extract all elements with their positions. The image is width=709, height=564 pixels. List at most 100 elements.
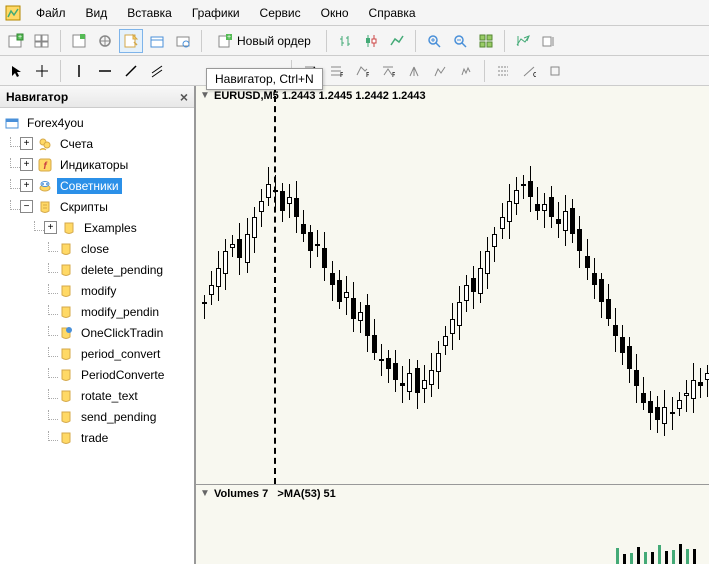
- text-label-button[interactable]: F: [350, 59, 374, 83]
- script-icon: [58, 283, 74, 299]
- period-button[interactable]: [491, 59, 515, 83]
- toolbar-separator: [484, 60, 485, 82]
- volumes-label: Volumes 7: [214, 488, 268, 500]
- navigator-title: Навигатор: [6, 90, 68, 104]
- svg-text:F: F: [366, 72, 369, 78]
- bar-chart-button[interactable]: [333, 29, 357, 53]
- terminal-icon: [4, 115, 20, 131]
- tile-windows-button[interactable]: [474, 29, 498, 53]
- tree-item-script[interactable]: period_convert: [2, 343, 192, 364]
- script-icon: [58, 367, 74, 383]
- tree-item-script[interactable]: send_pending: [2, 406, 192, 427]
- andrews-pitchfork-button[interactable]: [402, 59, 426, 83]
- volume-info: Volumes 7 >MA(53) 51: [214, 488, 336, 500]
- zoom-out-button[interactable]: [448, 29, 472, 53]
- svg-text:F: F: [392, 72, 395, 78]
- svg-text:G: G: [533, 72, 536, 78]
- chart-collapse-icon[interactable]: ▼: [200, 90, 210, 101]
- new-order-label: Новый ордер: [237, 34, 311, 48]
- menu-window[interactable]: Окно: [311, 2, 359, 24]
- equidistant-channel-button[interactable]: [145, 59, 169, 83]
- menu-service[interactable]: Сервис: [250, 2, 311, 24]
- horizontal-line-button[interactable]: [93, 59, 117, 83]
- navigator-header: Навигатор ×: [0, 86, 194, 108]
- candle-chart-button[interactable]: [359, 29, 383, 53]
- indicators-button[interactable]: [543, 59, 567, 83]
- collapse-icon[interactable]: −: [20, 200, 33, 213]
- tree-item-script[interactable]: OneClickTradin: [2, 322, 192, 343]
- candle-layer: [196, 86, 709, 484]
- toolbar-separator: [60, 60, 61, 82]
- tree-root[interactable]: Forex4you: [2, 112, 192, 133]
- script-icon: [58, 241, 74, 257]
- navigator-panel: Навигатор × Forex4you + Счета + f Индика…: [0, 86, 196, 564]
- volume-collapse-icon[interactable]: ▼: [200, 488, 210, 499]
- expand-icon[interactable]: +: [20, 137, 33, 150]
- tree-item-accounts[interactable]: + Счета: [2, 133, 192, 154]
- toolbar-separator: [326, 30, 327, 52]
- trendline-button[interactable]: [119, 59, 143, 83]
- shapes-button[interactable]: [454, 59, 478, 83]
- menu-file[interactable]: Файл: [26, 2, 76, 24]
- autoscroll-button[interactable]: [511, 29, 535, 53]
- volume-panel[interactable]: ▼ Volumes 7 >MA(53) 51: [196, 484, 709, 564]
- menu-help[interactable]: Справка: [359, 2, 426, 24]
- tree-item-script[interactable]: modify: [2, 280, 192, 301]
- menu-view[interactable]: Вид: [76, 2, 118, 24]
- tree-item-examples[interactable]: + Examples: [2, 217, 192, 238]
- toolbar-separator: [201, 30, 202, 52]
- text-button[interactable]: F: [324, 59, 348, 83]
- svg-text:+: +: [227, 34, 231, 41]
- close-icon[interactable]: ×: [180, 89, 188, 105]
- tree-item-script[interactable]: PeriodConverte: [2, 364, 192, 385]
- zoom-in-button[interactable]: [422, 29, 446, 53]
- terminal-button[interactable]: [145, 29, 169, 53]
- chart-main[interactable]: ▼ EURUSD,M5 1.2443 1.2445 1.2442 1.2443: [196, 86, 709, 484]
- crosshair-button[interactable]: [30, 59, 54, 83]
- strategy-tester-button[interactable]: [171, 29, 195, 53]
- expand-icon[interactable]: +: [20, 158, 33, 171]
- vertical-line-button[interactable]: [67, 59, 91, 83]
- tree-item-scripts[interactable]: − Скрипты: [2, 196, 192, 217]
- script-icon: [58, 346, 74, 362]
- new-chart-button[interactable]: +: [4, 29, 28, 53]
- script-icon: [58, 388, 74, 404]
- data-window-button[interactable]: [93, 29, 117, 53]
- svg-text:+: +: [18, 34, 22, 41]
- vertical-line-object[interactable]: [274, 86, 276, 484]
- ma-label: >MA(53) 51: [277, 488, 335, 500]
- script-icon: [58, 262, 74, 278]
- tree-item-experts[interactable]: + Советники: [2, 175, 192, 196]
- tree-item-indicators[interactable]: + f Индикаторы: [2, 154, 192, 175]
- toolbar-separator: [504, 30, 505, 52]
- toolbar-drawing: F F F G: [0, 56, 709, 86]
- script-icon: [58, 409, 74, 425]
- app-logo-icon: [4, 4, 22, 22]
- expand-icon[interactable]: +: [44, 221, 57, 234]
- market-watch-button[interactable]: [67, 29, 91, 53]
- tree-item-script[interactable]: delete_pending: [2, 259, 192, 280]
- tree-item-script[interactable]: modify_pendin: [2, 301, 192, 322]
- scripts-icon: [37, 199, 53, 215]
- accounts-icon: [37, 136, 53, 152]
- arrows-button[interactable]: F: [376, 59, 400, 83]
- chart-info: EURUSD,M5 1.2443 1.2445 1.2442 1.2443: [214, 90, 426, 102]
- expand-icon[interactable]: +: [20, 179, 33, 192]
- menu-charts[interactable]: Графики: [182, 2, 250, 24]
- tree-item-script[interactable]: close: [2, 238, 192, 259]
- chart-area[interactable]: ▼ EURUSD,M5 1.2443 1.2445 1.2442 1.2443 …: [196, 86, 709, 564]
- toolbar-separator: [60, 30, 61, 52]
- script-icon: [58, 304, 74, 320]
- cursor-button[interactable]: [4, 59, 28, 83]
- svg-text:F: F: [340, 72, 343, 78]
- chart-shift-button[interactable]: [537, 29, 561, 53]
- gann-button[interactable]: [428, 59, 452, 83]
- template-button[interactable]: G: [517, 59, 541, 83]
- profiles-button[interactable]: [30, 29, 54, 53]
- tree-item-script[interactable]: trade: [2, 427, 192, 448]
- new-order-button[interactable]: + Новый ордер: [208, 29, 320, 53]
- menu-insert[interactable]: Вставка: [117, 2, 182, 24]
- line-chart-button[interactable]: [385, 29, 409, 53]
- navigator-button[interactable]: [119, 29, 143, 53]
- tree-item-script[interactable]: rotate_text: [2, 385, 192, 406]
